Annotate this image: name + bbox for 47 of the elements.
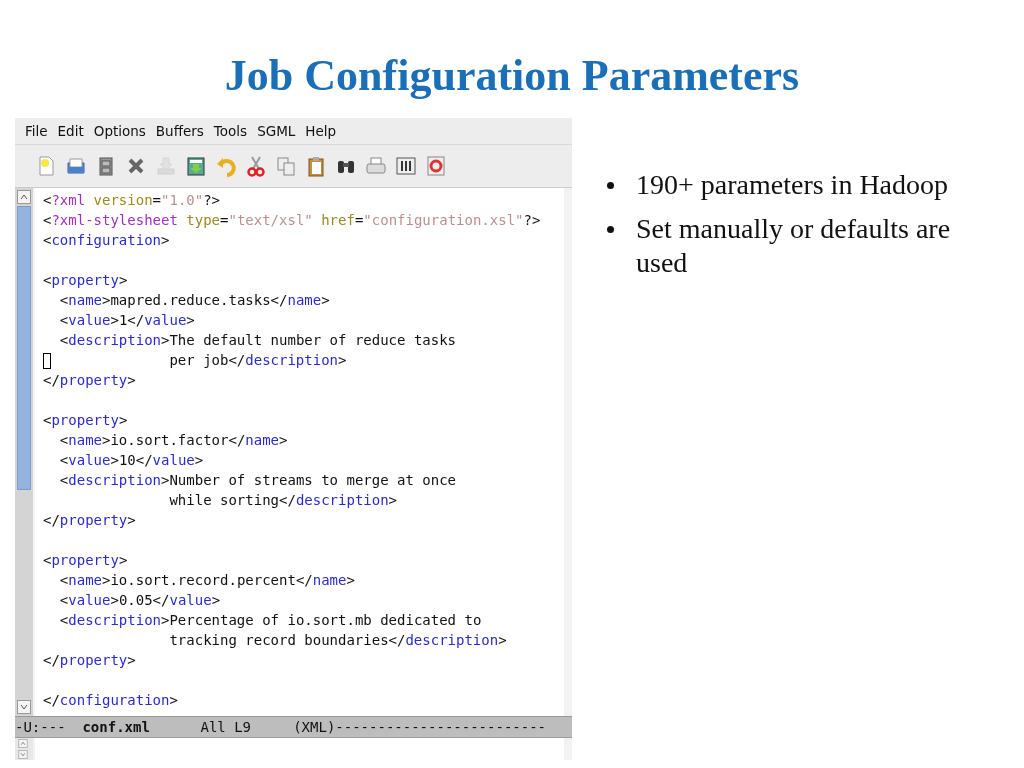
code-line: <?xml-stylesheet type="text/xsl" href="configuration.xsl"?> bbox=[43, 211, 541, 230]
code-line: while sorting</description> bbox=[168, 491, 398, 510]
printer-icon[interactable] bbox=[365, 155, 387, 177]
scroll-down-icon[interactable] bbox=[17, 750, 29, 759]
code-line: <value>1</value> bbox=[58, 311, 195, 330]
save-as-icon[interactable] bbox=[185, 155, 207, 177]
tray-icon[interactable] bbox=[65, 155, 87, 177]
code-line: <property> bbox=[43, 411, 128, 430]
scroll-thumb[interactable] bbox=[17, 206, 31, 490]
bullet-dot bbox=[607, 226, 614, 233]
code-line: <description>Percentage of io.sort.mb dedicated to bbox=[58, 611, 482, 630]
sliders-icon[interactable] bbox=[395, 155, 417, 177]
scroll-up-icon[interactable] bbox=[17, 739, 29, 748]
code-line: <configuration> bbox=[43, 231, 170, 250]
code-line: </property> bbox=[43, 651, 136, 670]
code-line: <?xml version="1.0"?> bbox=[43, 191, 221, 210]
code-line: <value>10</value> bbox=[58, 451, 204, 470]
bullet-text: 190+ parameters in Hadoop bbox=[636, 168, 949, 202]
menu-item[interactable]: Help bbox=[305, 123, 337, 139]
code-line: <description>The default number of reduce tasks bbox=[58, 331, 457, 350]
lifebuoy-icon[interactable] bbox=[425, 155, 447, 177]
menu-item[interactable]: File bbox=[25, 123, 48, 139]
menu-item[interactable]: Buffers bbox=[155, 123, 204, 139]
slide-title: Job Configuration Parameters bbox=[223, 50, 801, 102]
code-line: <name>io.sort.factor</name> bbox=[58, 431, 288, 450]
code-line: per job</description> bbox=[43, 350, 347, 370]
code-line: <name>io.sort.record.percent</name> bbox=[58, 571, 355, 590]
code-line: <property> bbox=[43, 551, 128, 570]
code-line: <name>mapred.reduce.tasks</name> bbox=[58, 291, 330, 310]
code-line: </property> bbox=[43, 511, 136, 530]
menu-item[interactable]: SGML bbox=[257, 123, 296, 139]
bullet-dot bbox=[607, 182, 614, 189]
code-line: tracking record boundaries</description> bbox=[168, 631, 507, 650]
scroll-down-icon[interactable] bbox=[17, 700, 31, 714]
scroll-up-icon[interactable] bbox=[17, 190, 31, 204]
code-line: </configuration> bbox=[43, 691, 178, 710]
menu-item[interactable]: Edit bbox=[57, 123, 84, 139]
code-line: <property> bbox=[43, 271, 128, 290]
menu-item[interactable]: Tools bbox=[213, 123, 248, 139]
code-line: <value>0.05</value> bbox=[58, 591, 221, 610]
scissors-icon[interactable] bbox=[245, 155, 267, 177]
copy-icon[interactable] bbox=[275, 155, 297, 177]
bullet-text: Set manually or defaults are used bbox=[636, 212, 952, 280]
code-line: <description>Number of streams to merge at once bbox=[58, 471, 457, 490]
clipboard-icon[interactable] bbox=[305, 155, 327, 177]
menu-item[interactable]: Options bbox=[93, 123, 146, 139]
code-line: </property> bbox=[43, 371, 136, 390]
